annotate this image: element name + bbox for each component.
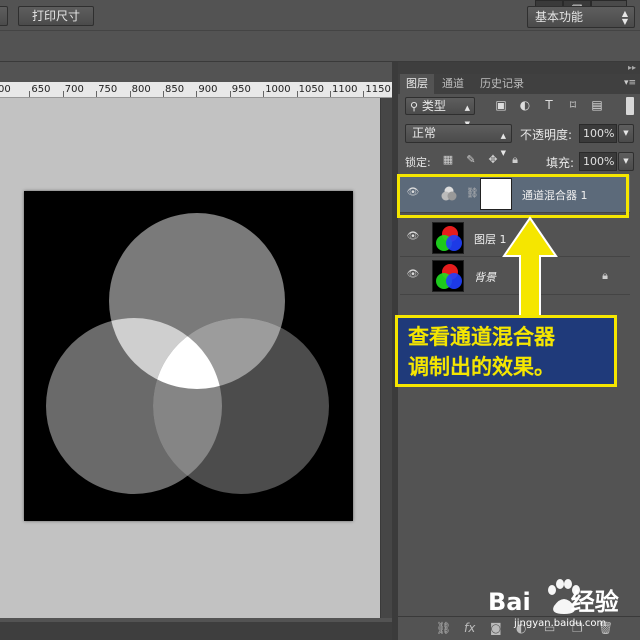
ruler-tick-mark (229, 91, 231, 97)
panel-collapse-bar[interactable]: ▸▸ (398, 62, 640, 74)
lock-label: 锁定: (405, 156, 431, 169)
type-filter-icon[interactable]: T (542, 98, 556, 112)
ruler-tick-label: 800 (131, 84, 151, 95)
opacity-label: 不透明度: (520, 128, 573, 142)
annotation-line-1: 查看通道混合器 (408, 325, 555, 349)
ruler-tick-label: 1000 (265, 84, 291, 95)
visibility-eye-icon[interactable]: 👁︎ (406, 232, 420, 242)
ruler-tick-label: 650 (31, 84, 51, 95)
panel-tabs: 图层 通道 历史记录 ▾≡ (398, 74, 640, 94)
filter-toggle-switch[interactable] (626, 97, 634, 115)
options-button-partial[interactable] (0, 6, 8, 26)
watermark-brand-suffix: 经验 (570, 588, 619, 616)
document-image[interactable] (24, 191, 353, 521)
annotation-line-2: 调制出的效果。 (408, 355, 555, 379)
ruler-tick-mark (96, 91, 98, 97)
print-size-button[interactable]: 打印尺寸 (18, 6, 94, 26)
collapse-arrows-icon: ▸▸ (627, 63, 636, 72)
lock-transparency-icon[interactable]: ▦ (441, 153, 455, 167)
ruler-tick-mark (129, 91, 131, 97)
fill-dropdown-button[interactable]: ▼ (618, 152, 634, 171)
fill-input[interactable]: 100% (579, 152, 617, 171)
ruler-tick-mark (330, 91, 331, 97)
visibility-eye-icon[interactable]: 👁︎ (406, 270, 420, 280)
smart-object-filter-icon[interactable]: ▤ (590, 98, 604, 112)
rgb-circles-image (24, 191, 353, 521)
layer-filter-select[interactable]: ⚲ 类型 ▲▼ (405, 97, 475, 128)
link-layers-icon[interactable]: ⛓︎ (436, 621, 451, 635)
shape-filter-icon[interactable]: ⌑ (566, 98, 580, 112)
ruler-tick-label: 1050 (298, 84, 325, 95)
updown-caret-icon: ▲▼ (621, 9, 628, 26)
image-filter-icon[interactable]: ▣ (494, 98, 508, 112)
ruler-tick-label: 850 (165, 84, 185, 95)
horizontal-ruler: 00 650 700 750 800 850 900 950 1000 1050 1100 1150 (0, 82, 392, 98)
photoshop-window: ▁ ❐ ✕ 打印尺寸 基本功能 ▲▼ 006507007508008509009… (0, 0, 640, 640)
layer-thumbnail[interactable] (432, 260, 464, 292)
ruler-tick-label: 950 (231, 84, 251, 95)
document-status-bar (0, 622, 395, 640)
ruler-tick-mark (196, 91, 198, 97)
layer-filter-label: 类型 (421, 99, 446, 113)
lock-position-move-icon[interactable]: ✥ (486, 153, 500, 167)
fill-label: 填充: (546, 156, 575, 170)
ruler-tick-mark (62, 91, 64, 97)
ruler-tick-mark (163, 91, 164, 97)
ruler-tick-label: 750 (98, 84, 118, 95)
layer-thumbnail[interactable] (432, 222, 464, 254)
updown-caret-icon: ▲▼ (500, 132, 506, 157)
opacity-dropdown-button[interactable]: ▼ (618, 124, 634, 143)
tab-layers[interactable]: 图层 (400, 74, 434, 94)
annotation-arrow-up-icon (502, 216, 558, 319)
blend-mode-select[interactable]: 正常 ▲ ▼ (405, 124, 512, 157)
ruler-tick-mark (363, 91, 365, 97)
ruler-tick-mark (29, 91, 31, 97)
workspace-select[interactable]: 基本功能 ▲ ▼ (527, 6, 635, 28)
blend-mode-label: 正常 (412, 126, 437, 140)
layer-name[interactable]: 背景 (474, 269, 496, 285)
adjustment-filter-icon[interactable]: ◐ (518, 98, 532, 112)
search-icon: ⚲ (410, 100, 419, 113)
annotation-callout: 查看通道混合器 调制出的效果。 (395, 315, 617, 387)
selected-layer-highlight-box (397, 174, 629, 218)
panel-menu-icon[interactable]: ▾≡ (624, 78, 636, 88)
lock-all-icon[interactable]: 🔒︎ (508, 153, 522, 167)
ruler-tick-label: 900 (198, 84, 218, 95)
lock-pixels-brush-icon[interactable]: ✎ (464, 153, 478, 167)
ruler-tick-label: 1150 (365, 84, 391, 95)
opacity-input[interactable]: 100% (579, 124, 617, 143)
tab-channels[interactable]: 通道 (436, 74, 470, 94)
layer-lock-icon: 🔒︎ (602, 269, 608, 282)
ruler-tick-label: 700 (64, 84, 84, 95)
workspace-select-label: 基本功能 (535, 10, 584, 24)
ruler-tick-label: 00 (0, 84, 11, 95)
options-bar (0, 30, 640, 62)
ruler-tick-mark (263, 91, 265, 97)
watermark-url: jingyan.baidu.com (514, 618, 607, 629)
chevron-down-icon: ▼ (623, 129, 629, 137)
watermark-brand: Bai 经验 (488, 582, 619, 617)
layer-style-fx-icon[interactable]: fx (464, 621, 475, 635)
chevron-down-icon: ▼ (623, 157, 629, 165)
ruler-tick-mark (296, 91, 298, 97)
ruler-tick-label: 1100 (332, 84, 358, 95)
tab-history[interactable]: 历史记录 (474, 74, 530, 94)
vertical-scrollbar[interactable] (380, 98, 392, 618)
watermark-brand-bai: Bai (488, 588, 531, 616)
